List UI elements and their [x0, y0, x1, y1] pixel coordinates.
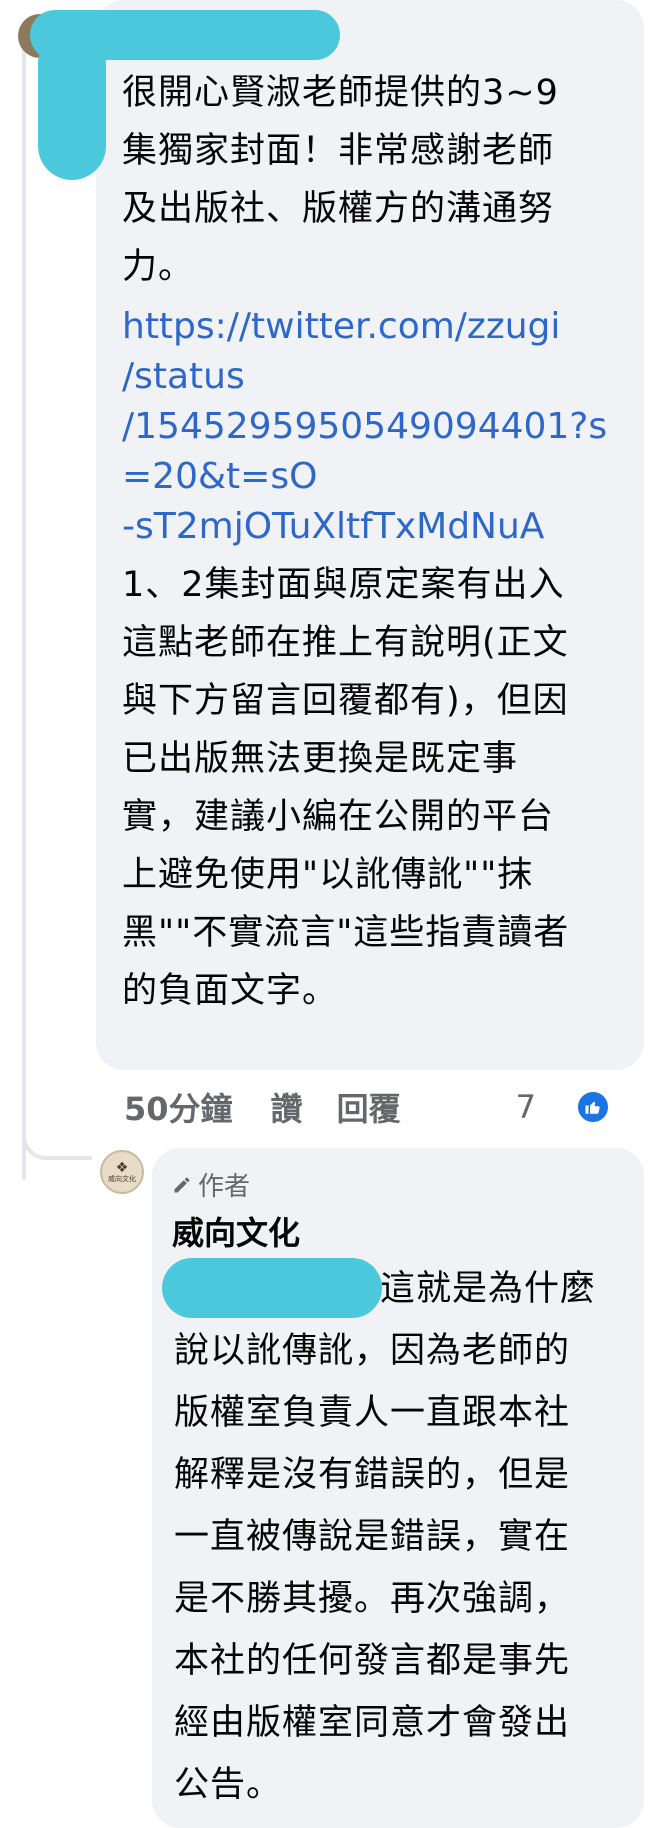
reply-line: 版權室負責人一直跟本社	[174, 1393, 571, 1433]
reply-author-name[interactable]: 威向文化	[172, 1208, 300, 1254]
reaction-count: 7	[515, 1088, 536, 1126]
pencil-icon	[174, 1176, 190, 1192]
publisher-avatar[interactable]: ❖ 威向文化	[100, 1150, 144, 1194]
reply-button[interactable]: 回覆	[337, 1084, 401, 1130]
comment-text-main: 1、2集封面與原定案有出入 這點老師在推上有說明(正文 與下方留言回覆都有)，但…	[122, 565, 570, 1011]
reply-line: 說以訛傳訛，因為老師的	[174, 1331, 571, 1371]
comment-timestamp[interactable]: 50分鐘	[124, 1084, 233, 1130]
thread-connector	[22, 1120, 92, 1160]
logo-icon: ❖	[115, 1160, 129, 1176]
reply-line: 解釋是沒有錯誤的，但是	[174, 1455, 571, 1495]
thread-line	[22, 40, 26, 1180]
thumbs-up-icon	[576, 1090, 610, 1124]
comment-text-intro: 很開心賢淑老師提供的3~9 集獨家封面！非常感謝老師 及出版社、版權方的溝通努 …	[122, 73, 559, 287]
reply-line: 經由版權室同意才會發出	[174, 1703, 571, 1743]
reply-body: 這就是為什麼 說以訛傳訛，因為老師的 版權室負責人一直跟本社 解釋是沒有錯誤的，…	[174, 1258, 634, 1816]
reaction-summary[interactable]: 7	[516, 1088, 644, 1126]
reply-line: 是不勝其擾。再次強調，	[174, 1579, 571, 1619]
redaction-mark	[38, 30, 106, 180]
redaction-mark	[162, 1258, 382, 1318]
author-badge-label: 作者	[198, 1172, 251, 1202]
reply-line: 公告。	[174, 1765, 283, 1805]
avatar-caption: 威向文化	[108, 1175, 136, 1183]
comment-actions: 50分鐘 讚 回覆 7	[124, 1082, 644, 1132]
top-comment-body: 很開心賢淑老師提供的3~9 集獨家封面！非常感謝老師 及出版社、版權方的溝通努 …	[122, 64, 642, 1020]
twitter-link[interactable]: https://twitter.com/zzugi /status /15452…	[122, 302, 642, 552]
reply-line: 本社的任何發言都是事先	[174, 1641, 571, 1681]
reply-line: 一直被傳說是錯誤，實在	[174, 1517, 571, 1557]
author-badge: 作者	[172, 1166, 250, 1203]
like-button[interactable]: 讚	[271, 1084, 303, 1130]
